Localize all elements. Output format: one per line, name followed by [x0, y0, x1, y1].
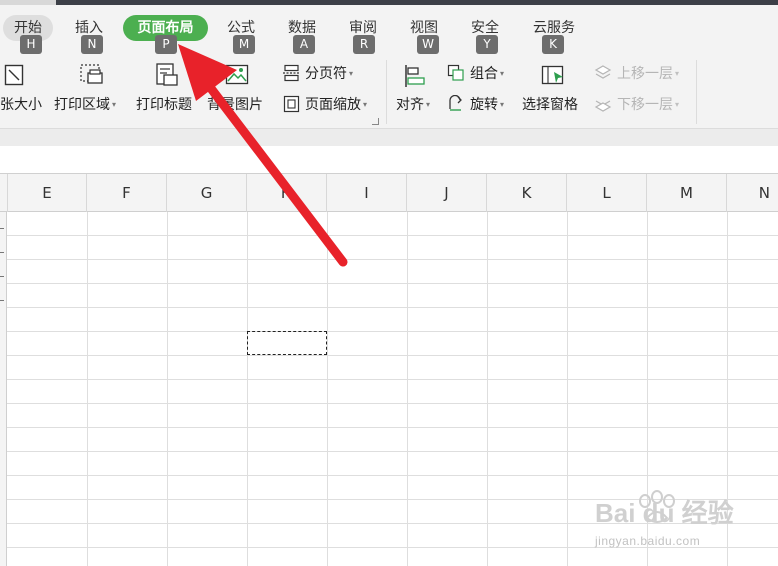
selection-pane-button[interactable]: 选择窗格 — [522, 96, 578, 114]
baidu-watermark-logo: Bai du 经验 — [595, 490, 734, 528]
column-header-i[interactable]: I — [327, 174, 407, 212]
page-zoom-button[interactable]: 页面缩放 ▾ — [305, 96, 367, 114]
baidu-watermark-text: Bai du 经验 — [595, 498, 734, 528]
page-break-icon[interactable] — [283, 64, 301, 82]
rotate-button[interactable]: 旋转 ▾ — [470, 96, 504, 114]
group-button[interactable]: 组合 ▾ — [470, 65, 504, 83]
key-hint-formulas: M — [233, 35, 255, 54]
group-icon[interactable] — [447, 64, 465, 82]
print-titles-icon[interactable] — [155, 62, 179, 88]
column-header: E F G H I J K L M N — [0, 174, 778, 212]
bring-forward-button[interactable]: 上移一层 ▾ — [617, 65, 679, 83]
send-backward-button[interactable]: 下移一层 ▾ — [617, 96, 679, 114]
background-image-icon[interactable] — [225, 64, 249, 86]
paper-size-button[interactable]: 张大小 — [0, 96, 42, 114]
key-hint-page-layout: P — [155, 35, 177, 54]
print-area-button[interactable]: 打印区域 ▾ — [54, 96, 116, 114]
selection-pane-icon[interactable] — [541, 64, 567, 88]
key-hint-cloud-service: K — [542, 35, 564, 54]
column-header-k[interactable]: K — [487, 174, 567, 212]
key-hint-data: A — [293, 35, 315, 54]
align-button[interactable]: 对齐 ▾ — [396, 96, 430, 114]
column-header-g[interactable]: G — [167, 174, 247, 212]
baidu-watermark-url: jingyan.baidu.com — [595, 534, 701, 548]
column-header-f[interactable]: F — [87, 174, 167, 212]
paper-size-icon[interactable] — [4, 64, 24, 86]
ribbon-separator — [696, 60, 697, 124]
page-break-button[interactable]: 分页符 ▾ — [305, 65, 353, 83]
rotate-icon[interactable] — [447, 95, 465, 113]
column-header-j[interactable]: J — [407, 174, 487, 212]
print-area-icon[interactable] — [79, 62, 105, 88]
column-header-partial — [0, 174, 8, 212]
bring-forward-icon[interactable] — [594, 64, 612, 82]
formula-bar[interactable] — [0, 146, 778, 174]
key-hint-insert: N — [81, 35, 103, 54]
ribbon-footer — [0, 128, 778, 146]
align-icon[interactable] — [403, 64, 427, 88]
send-backward-icon[interactable] — [594, 95, 612, 113]
column-header-m[interactable]: M — [647, 174, 727, 212]
print-titles-button[interactable]: 打印标题 — [136, 96, 192, 114]
selected-cell[interactable] — [247, 331, 327, 355]
column-header-l[interactable]: L — [567, 174, 647, 212]
key-hint-home: H — [20, 35, 42, 54]
row-header-partial — [0, 212, 7, 566]
background-image-button[interactable]: 背景图片 — [207, 96, 263, 114]
key-hint-view: W — [417, 35, 439, 54]
page-zoom-icon[interactable] — [283, 95, 301, 113]
column-header-h[interactable]: H — [247, 174, 327, 212]
key-hint-review: R — [353, 35, 375, 54]
column-header-e[interactable]: E — [8, 174, 87, 212]
column-header-n[interactable]: N — [727, 174, 778, 212]
ribbon-separator — [386, 60, 387, 124]
key-hint-security: Y — [476, 35, 498, 54]
dialog-launcher-icon[interactable] — [372, 118, 379, 125]
